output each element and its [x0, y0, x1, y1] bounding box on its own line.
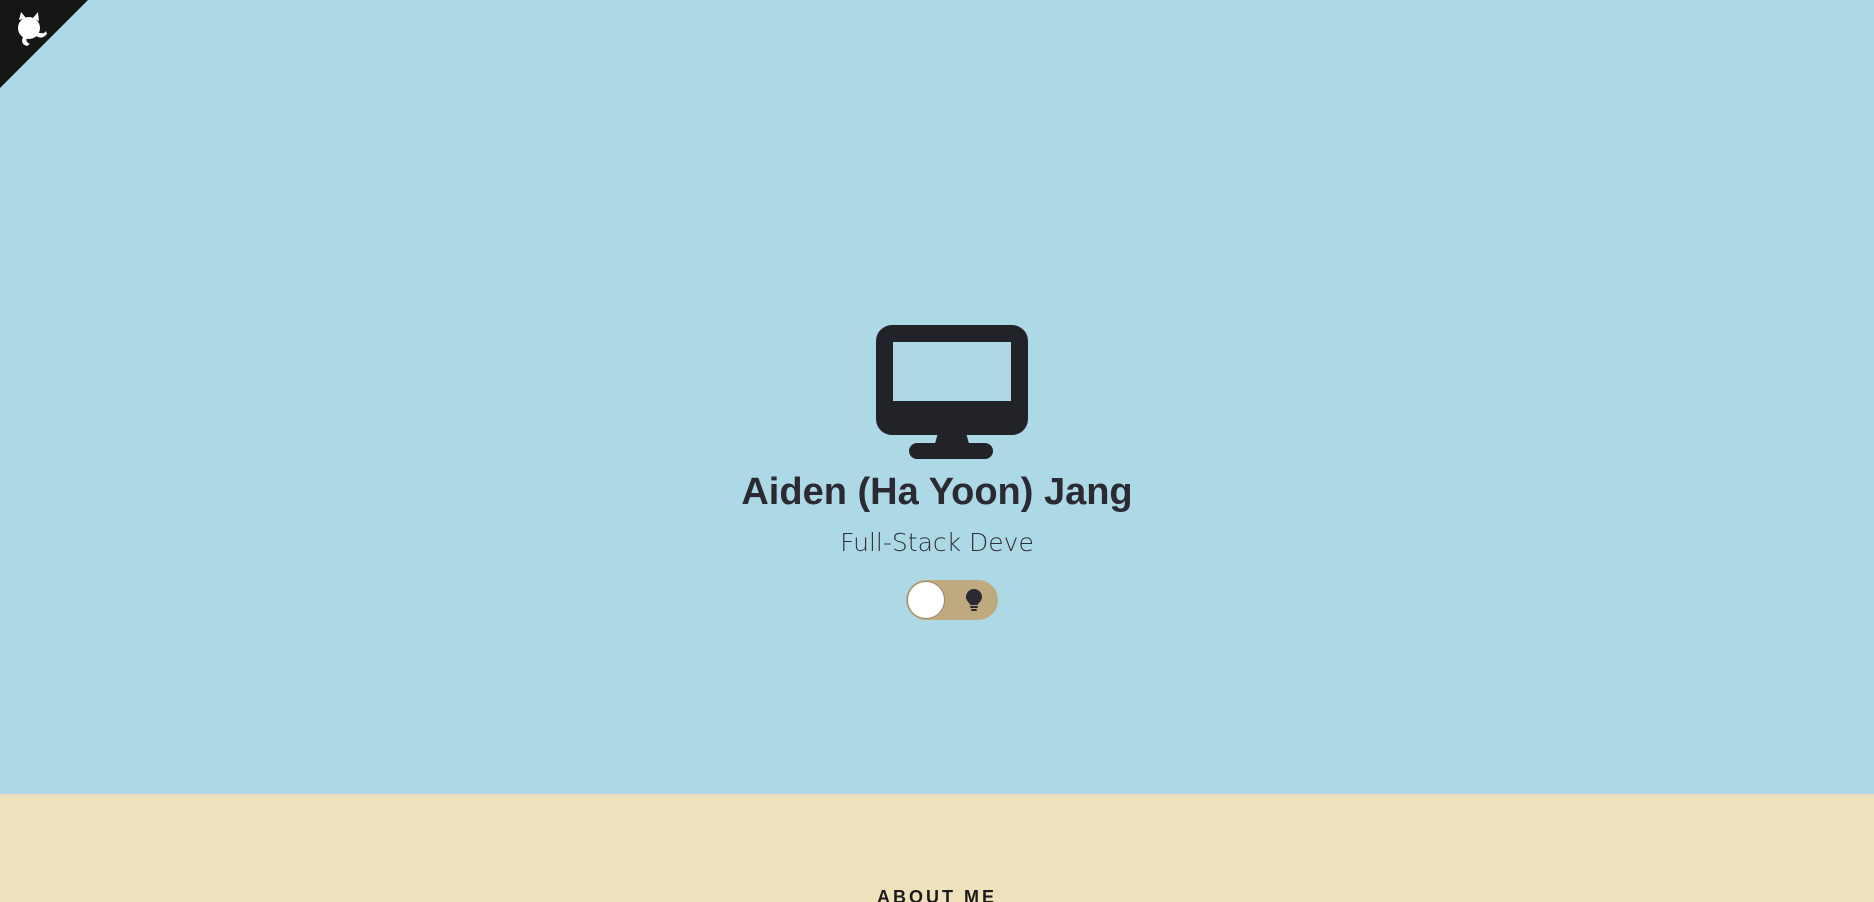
page-title: Aiden (Ha Yoon) Jang: [741, 471, 1133, 513]
toggle-knob: [908, 582, 944, 618]
about-heading: ABOUT ME: [877, 887, 997, 902]
github-corner-link[interactable]: [0, 0, 88, 88]
typed-subtitle: Full-Stack Deve: [840, 528, 1034, 557]
lightbulb-icon: [965, 589, 983, 611]
about-section: ABOUT ME: [0, 794, 1874, 902]
github-octocat-icon: [0, 0, 88, 88]
desktop-monitor-icon: [876, 325, 1028, 459]
theme-toggle-switch[interactable]: [906, 580, 998, 620]
hero-section: Aiden (Ha Yoon) Jang Full-Stack Deve: [0, 0, 1874, 794]
